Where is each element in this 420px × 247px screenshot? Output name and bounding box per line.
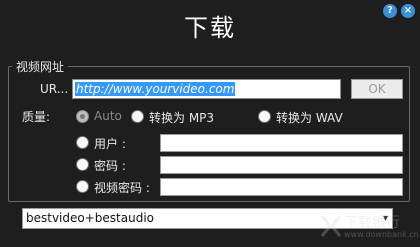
help-button[interactable]: ?: [383, 4, 397, 18]
radio-wav[interactable]: [258, 110, 271, 123]
radio-mp3-label: 转换为 MP3: [149, 111, 215, 125]
watermark-subtext: www.downbank.cn: [344, 230, 419, 239]
quality-label: 质量:: [22, 110, 51, 124]
format-select[interactable]: bestvideo+bestaudio ▾: [22, 208, 393, 229]
radio-auto[interactable]: [76, 110, 89, 123]
radio-video-password[interactable]: [76, 180, 89, 193]
close-button[interactable]: ×: [401, 4, 415, 18]
radio-user[interactable]: [76, 136, 89, 149]
radio-mp3[interactable]: [131, 110, 144, 123]
video-password-field[interactable]: [160, 178, 403, 196]
password-field[interactable]: [160, 156, 403, 174]
radio-password[interactable]: [76, 158, 89, 171]
user-label: 用户 :: [94, 137, 126, 151]
user-field[interactable]: [160, 134, 403, 152]
url-input[interactable]: http://www.yourvideo.com: [72, 79, 341, 99]
password-label: 密码 :: [94, 159, 126, 173]
video-url-group-label: 视频网址: [12, 58, 69, 75]
format-select-value: bestvideo+bestaudio: [26, 211, 154, 225]
url-label: UR...: [40, 82, 69, 96]
chevron-down-icon: ▾: [382, 213, 388, 224]
video-password-label: 视频密码 :: [94, 181, 150, 195]
ok-button[interactable]: OK: [351, 79, 403, 99]
radio-auto-label: Auto: [94, 109, 122, 123]
window-title: 下载: [184, 14, 236, 42]
url-input-selected-text: http://www.yourvideo.com: [75, 82, 236, 96]
radio-wav-label: 转换为 WAV: [276, 111, 343, 125]
